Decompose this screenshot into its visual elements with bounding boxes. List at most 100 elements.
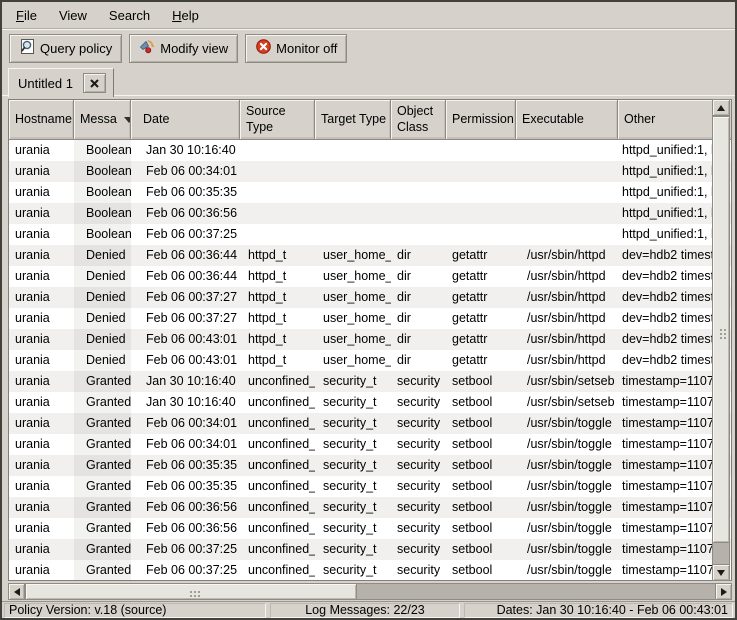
cell-date: Feb 06 00:43:01 bbox=[131, 350, 240, 371]
cell-executable: /usr/sbin/setseb bbox=[516, 371, 618, 392]
cell-message: Boolean bbox=[74, 224, 131, 245]
table-body: uraniaBooleanJan 30 10:16:40httpd_unifie… bbox=[9, 140, 731, 581]
cell-object: dir bbox=[391, 308, 446, 329]
cell-message: Granted bbox=[74, 518, 131, 539]
cell-message: Granted bbox=[74, 413, 131, 434]
cell-executable bbox=[516, 203, 618, 224]
table-row[interactable]: uraniaDeniedFeb 06 00:43:01httpd_tuser_h… bbox=[9, 350, 731, 371]
scroll-up-button[interactable] bbox=[712, 99, 730, 116]
cell-object bbox=[391, 224, 446, 245]
column-header-executable[interactable]: Executable bbox=[516, 100, 618, 140]
cell-source: httpd_t bbox=[240, 350, 315, 371]
cell-message: Granted bbox=[74, 497, 131, 518]
cell-executable: /usr/sbin/httpd bbox=[516, 350, 618, 371]
menu-view[interactable]: View bbox=[48, 4, 98, 27]
monitor-off-button[interactable]: Monitor off bbox=[245, 34, 347, 63]
menu-help[interactable]: Help bbox=[161, 4, 210, 27]
table-row[interactable]: uraniaDeniedFeb 06 00:37:27httpd_tuser_h… bbox=[9, 308, 731, 329]
cell-object: dir bbox=[391, 350, 446, 371]
horizontal-scrollbar[interactable] bbox=[8, 583, 732, 600]
cell-source: unconfined_ bbox=[240, 413, 315, 434]
cell-hostname: urania bbox=[9, 455, 74, 476]
statusbar-policy-version: Policy Version: v.18 (source) bbox=[4, 603, 266, 618]
column-header-target[interactable]: Target Type bbox=[315, 100, 391, 140]
tab-label: Untitled 1 bbox=[18, 76, 73, 91]
cell-object bbox=[391, 161, 446, 182]
table-row[interactable]: uraniaBooleanFeb 06 00:36:56httpd_unifie… bbox=[9, 203, 731, 224]
cell-permission: setbool bbox=[446, 371, 516, 392]
table-row[interactable]: uraniaGrantedFeb 06 00:35:35unconfined_s… bbox=[9, 476, 731, 497]
column-header-hostname[interactable]: Hostname bbox=[9, 100, 74, 140]
table-row[interactable]: uraniaBooleanFeb 06 00:35:35httpd_unifie… bbox=[9, 182, 731, 203]
cell-date: Feb 06 00:43:01 bbox=[131, 329, 240, 350]
cell-permission: setbool bbox=[446, 497, 516, 518]
vertical-scrollbar[interactable] bbox=[712, 99, 730, 581]
table-row[interactable]: uraniaGrantedJan 30 10:16:40unconfined_s… bbox=[9, 392, 731, 413]
column-header-date[interactable]: Date bbox=[131, 100, 240, 140]
scroll-right-button[interactable] bbox=[715, 583, 732, 600]
cell-executable: /usr/sbin/toggle bbox=[516, 476, 618, 497]
table-row[interactable]: uraniaGrantedFeb 06 00:36:56unconfined_s… bbox=[9, 497, 731, 518]
column-header-object[interactable]: Object Class bbox=[391, 100, 446, 140]
cell-source bbox=[240, 140, 315, 161]
table-row[interactable]: uraniaGrantedFeb 06 00:34:01unconfined_s… bbox=[9, 434, 731, 455]
cell-object: security bbox=[391, 476, 446, 497]
cell-target: user_home_ bbox=[315, 329, 391, 350]
modify-view-button[interactable]: Modify view bbox=[129, 34, 238, 63]
cell-target: security_t bbox=[315, 560, 391, 581]
log-view: HostnameMessaDateSource TypeTarget TypeO… bbox=[2, 95, 735, 601]
horizontal-scrollbar-thumb[interactable] bbox=[25, 583, 357, 600]
cell-executable: /usr/sbin/toggle bbox=[516, 539, 618, 560]
cell-target bbox=[315, 224, 391, 245]
cell-executable bbox=[516, 161, 618, 182]
table-row[interactable]: uraniaDeniedFeb 06 00:37:27httpd_tuser_h… bbox=[9, 287, 731, 308]
table-row[interactable]: uraniaDeniedFeb 06 00:43:01httpd_tuser_h… bbox=[9, 329, 731, 350]
table-row[interactable]: uraniaBooleanJan 30 10:16:40httpd_unifie… bbox=[9, 140, 731, 161]
column-header-permission[interactable]: Permission bbox=[446, 100, 516, 140]
tab-close-button[interactable] bbox=[83, 73, 106, 93]
table-row[interactable]: uraniaDeniedFeb 06 00:36:44httpd_tuser_h… bbox=[9, 245, 731, 266]
cell-permission: setbool bbox=[446, 392, 516, 413]
table-row[interactable]: uraniaGrantedFeb 06 00:35:35unconfined_s… bbox=[9, 455, 731, 476]
sort-desc-icon bbox=[124, 117, 131, 123]
cell-hostname: urania bbox=[9, 560, 74, 581]
cell-source: unconfined_ bbox=[240, 560, 315, 581]
cell-source: unconfined_ bbox=[240, 476, 315, 497]
menu-search[interactable]: Search bbox=[98, 4, 161, 27]
cell-executable: /usr/sbin/toggle bbox=[516, 497, 618, 518]
cell-target bbox=[315, 140, 391, 161]
menu-file[interactable]: File bbox=[5, 4, 48, 27]
column-header-source[interactable]: Source Type bbox=[240, 100, 315, 140]
cell-message: Granted bbox=[74, 434, 131, 455]
tab-untitled-1[interactable]: Untitled 1 bbox=[8, 68, 114, 97]
cell-source bbox=[240, 182, 315, 203]
table-row[interactable]: uraniaDeniedFeb 06 00:36:44httpd_tuser_h… bbox=[9, 266, 731, 287]
cell-source: httpd_t bbox=[240, 308, 315, 329]
cell-message: Denied bbox=[74, 245, 131, 266]
cell-date: Feb 06 00:34:01 bbox=[131, 413, 240, 434]
cell-target: security_t bbox=[315, 539, 391, 560]
cell-target: security_t bbox=[315, 392, 391, 413]
cell-executable: /usr/sbin/toggle bbox=[516, 455, 618, 476]
table-row[interactable]: uraniaGrantedFeb 06 00:36:56unconfined_s… bbox=[9, 518, 731, 539]
vertical-scrollbar-thumb[interactable] bbox=[712, 116, 730, 543]
table-row[interactable]: uraniaBooleanFeb 06 00:37:25httpd_unifie… bbox=[9, 224, 731, 245]
table-row[interactable]: uraniaGrantedFeb 06 00:37:25unconfined_s… bbox=[9, 539, 731, 560]
cell-date: Feb 06 00:37:27 bbox=[131, 287, 240, 308]
cell-source: unconfined_ bbox=[240, 371, 315, 392]
column-header-message[interactable]: Messa bbox=[74, 100, 131, 140]
scroll-left-button[interactable] bbox=[8, 583, 25, 600]
table-row[interactable]: uraniaGrantedFeb 06 00:34:01unconfined_s… bbox=[9, 413, 731, 434]
cell-executable: /usr/sbin/setseb bbox=[516, 392, 618, 413]
table-row[interactable]: uraniaGrantedJan 30 10:16:40unconfined_s… bbox=[9, 371, 731, 392]
query-policy-button[interactable]: Query policy bbox=[9, 34, 122, 63]
cell-permission: getattr bbox=[446, 266, 516, 287]
scroll-down-button[interactable] bbox=[712, 564, 730, 581]
table-row[interactable]: uraniaBooleanFeb 06 00:34:01httpd_unifie… bbox=[9, 161, 731, 182]
table-row[interactable]: uraniaGrantedFeb 06 00:37:25unconfined_s… bbox=[9, 560, 731, 581]
cell-date: Feb 06 00:36:56 bbox=[131, 203, 240, 224]
cell-date: Feb 06 00:35:35 bbox=[131, 455, 240, 476]
cell-source: unconfined_ bbox=[240, 455, 315, 476]
cell-message: Granted bbox=[74, 476, 131, 497]
cell-date: Feb 06 00:35:35 bbox=[131, 182, 240, 203]
